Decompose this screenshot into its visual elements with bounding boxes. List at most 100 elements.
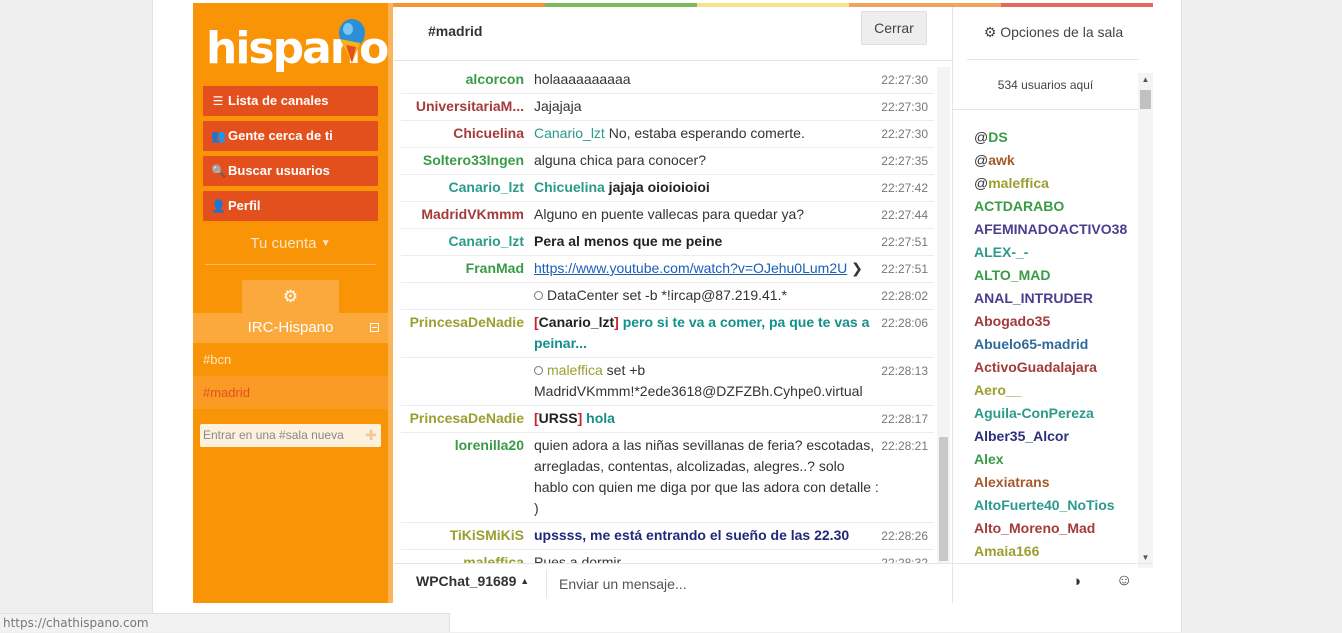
message-row: maleffica set +b MadridVKmmm!*2ede3618@D…	[401, 358, 934, 406]
account-dropdown[interactable]: Tu cuenta ▼	[193, 235, 388, 252]
user-item[interactable]: ACTDARABO	[974, 196, 1136, 219]
message-nick[interactable]: MadridVKmmm	[401, 204, 524, 225]
nick-selector[interactable]: WPChat_91689 ▲	[416, 573, 529, 589]
plus-icon[interactable]: ✚	[365, 424, 377, 447]
user-item[interactable]: AFEMINADOACTIVO38	[974, 219, 1136, 242]
message-row: UniversitariaM... Jajajaja 22:27:30	[401, 94, 934, 121]
user-item[interactable]: ALEX-_-	[974, 242, 1136, 265]
menu-channel-list-button[interactable]: ☰ Lista de canales	[203, 86, 378, 116]
user-name: Aero__	[974, 382, 1022, 398]
user-list: @DS @awk @maleffica ACTDARABO AFEMINADOACTIV…	[974, 127, 1136, 567]
message-input[interactable]	[557, 569, 1041, 599]
message-nick[interactable]: alcorcon	[401, 69, 524, 90]
user-item[interactable]: Alto_Moreno_Mad	[974, 518, 1136, 541]
user-item[interactable]: ALTO_MAD	[974, 265, 1136, 288]
message-nick[interactable]: lorenilla20	[401, 435, 524, 456]
message-text: Pues a dormir	[534, 550, 879, 563]
user-name: awk	[988, 152, 1015, 168]
user-item[interactable]: ActivoGuadalajara	[974, 357, 1136, 380]
message-timestamp: 22:27:35	[881, 154, 928, 168]
message-text: holaaaaaaaaaa	[534, 67, 879, 93]
menu-label: Gente cerca de ti	[228, 128, 333, 143]
search-icon: 🔍	[211, 164, 226, 178]
scroll-down-icon[interactable]: ▼	[1138, 553, 1153, 562]
message-nick[interactable]: PrincesaDeNadie	[401, 408, 524, 429]
collapse-icon[interactable]	[370, 323, 379, 332]
message-link[interactable]: https://www.youtube.com/watch?v=OJehu0Lu…	[534, 260, 847, 276]
contrast-icon[interactable]: ◑	[1072, 573, 1081, 590]
message-nick[interactable]: FranMad	[401, 258, 524, 279]
current-nick: WPChat_91689	[416, 573, 517, 589]
message-row: DataCenter set -b *!ircap@87.219.41.* 22:…	[401, 283, 934, 310]
message-nick[interactable]: Soltero33Ingen	[401, 150, 524, 171]
user-name: Alexiatrans	[974, 474, 1050, 490]
chevron-right-icon[interactable]: ❯	[847, 260, 863, 276]
network-settings-tab[interactable]: ⚙	[242, 280, 339, 313]
scroll-up-icon[interactable]: ▲	[1138, 75, 1153, 84]
message-timestamp: 22:27:44	[881, 208, 928, 222]
message-fragment: Pues a dormir	[534, 554, 622, 563]
user-item[interactable]: @DS	[974, 127, 1136, 150]
message-timestamp: 22:28:32	[881, 556, 928, 563]
user-item[interactable]: ANAL_INTRUDER	[974, 288, 1136, 311]
user-item[interactable]: Alexiatrans	[974, 472, 1136, 495]
message-row: alcorcon holaaaaaaaaaa 22:27:30	[401, 67, 934, 94]
user-mode: @	[974, 152, 989, 168]
message-fragment: holaaaaaaaaaa	[534, 71, 631, 87]
message-scrollbar[interactable]	[937, 67, 950, 563]
color-segment	[545, 3, 697, 7]
user-item[interactable]: @maleffica	[974, 173, 1136, 196]
user-name: ALTO_MAD	[974, 267, 1051, 283]
user-mode: @	[974, 175, 989, 191]
join-placeholder: Entrar en una #sala nueva	[203, 428, 344, 442]
channel-item-madrid[interactable]: #madrid	[193, 376, 388, 409]
channel-item-bcn[interactable]: #bcn	[193, 343, 388, 376]
join-channel-input[interactable]: Entrar en una #sala nueva ✚	[200, 424, 381, 447]
user-item[interactable]: Aero__	[974, 380, 1136, 403]
user-name: ANAL_INTRUDER	[974, 290, 1093, 306]
color-segment	[393, 3, 545, 7]
message-row: lorenilla20 quien adora a las niñas sevil…	[401, 433, 934, 523]
menu-search-users-button[interactable]: 🔍 Buscar usuarios	[203, 156, 378, 186]
message-fragment: URSS	[538, 410, 578, 426]
message-row: Chicuelina Canario_lzt No, estaba esperan…	[401, 121, 934, 148]
message-nick[interactable]: maleffica	[401, 552, 524, 563]
menu-people-nearby-button[interactable]: 👥 Gente cerca de ti	[203, 121, 378, 151]
user-item[interactable]: Aguila-ConPereza	[974, 403, 1136, 426]
message-text: DataCenter set -b *!ircap@87.219.41.*	[534, 283, 879, 309]
message-text: quien adora a las niñas sevillanas de fe…	[534, 433, 879, 522]
user-item[interactable]: Alex	[974, 449, 1136, 472]
scrollbar-thumb[interactable]	[939, 437, 948, 561]
message-nick[interactable]: Chicuelina	[401, 123, 524, 144]
userlist-scrollbar[interactable]: ▲ ▼	[1138, 73, 1153, 568]
user-item[interactable]: Abuelo65-madrid	[974, 334, 1136, 357]
message-fragment: DataCenter set -b *!ircap@87.219.41.*	[547, 287, 787, 303]
room-options-button[interactable]: ⚙ Opciones de la sala	[953, 24, 1154, 41]
user-item[interactable]: AltoFuerte40_NoTios	[974, 495, 1136, 518]
message-text: Canario_lzt No, estaba esperando comerte…	[534, 121, 879, 147]
message-nick[interactable]: UniversitariaM...	[401, 96, 524, 117]
channel-title: #madrid	[428, 23, 483, 39]
user-name: ACTDARABO	[974, 198, 1065, 214]
user-item[interactable]: Abogado35	[974, 311, 1136, 334]
message-nick[interactable]: Canario_lzt	[401, 231, 524, 252]
message-nick[interactable]: TiKiSMiKiS	[401, 525, 524, 546]
gear-icon: ⚙	[282, 287, 299, 306]
user-item[interactable]: @awk	[974, 150, 1136, 173]
user-item[interactable]: Alber35_Alcor	[974, 426, 1136, 449]
message-nick[interactable]: Canario_lzt	[401, 177, 524, 198]
user-name: maleffica	[988, 175, 1049, 191]
close-channel-button[interactable]: Cerrar	[861, 11, 927, 45]
message-row: MadridVKmmm Alguno en puente vallecas par…	[401, 202, 934, 229]
hispano-logo[interactable]: hispano	[206, 17, 389, 79]
scrollbar-thumb[interactable]	[1140, 90, 1151, 109]
message-timestamp: 22:28:17	[881, 412, 928, 426]
message-nick[interactable]: PrincesaDeNadie	[401, 312, 524, 333]
info-icon	[534, 366, 543, 375]
message-fragment: upssss, me está entrando el sueño de las…	[534, 527, 850, 543]
user-item[interactable]: Amaia166	[974, 541, 1136, 564]
menu-profile-button[interactable]: 👤 Perfil	[203, 191, 378, 221]
emoji-icon[interactable]: ☺	[1116, 572, 1132, 590]
message-fragment: Pera al menos que me peine	[534, 233, 723, 249]
message-text: Pera al menos que me peine	[534, 229, 879, 255]
